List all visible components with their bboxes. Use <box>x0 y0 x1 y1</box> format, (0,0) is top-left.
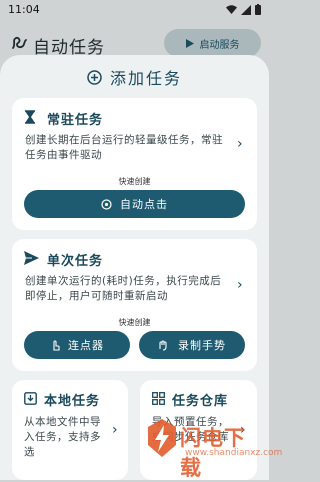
status-time: 11:04 <box>8 3 40 16</box>
hourglass-icon <box>25 110 35 124</box>
quick-create-label: 快速创建 <box>118 318 151 327</box>
single-task-description: 创建单次运行的(耗时)任务，执行完成后即停止，用户可随时重新启动 <box>25 275 222 302</box>
start-service-label: 启动服务 <box>199 39 240 51</box>
task-repository-card[interactable]: 任务仓库 导入预置任务，或同步任务仓库 › <box>140 380 257 480</box>
app-logo-icon <box>12 36 27 49</box>
sheet-title: 添加任务 <box>109 69 182 88</box>
battery-icon <box>255 4 261 15</box>
local-task-title: 本地任务 <box>44 394 101 409</box>
apps-grid-icon <box>152 392 165 405</box>
local-task-description: 从本地文件中导入任务，支持多选 <box>24 416 101 458</box>
sheet-header: 添加任务 <box>0 65 269 89</box>
resident-task-title: 常驻任务 <box>47 113 104 128</box>
send-icon <box>24 251 39 265</box>
chevron-right-icon: › <box>237 277 243 293</box>
status-icons <box>226 4 261 15</box>
chevron-right-icon: › <box>237 136 243 152</box>
import-icon <box>24 392 37 405</box>
play-icon <box>185 38 194 48</box>
task-repository-title: 任务仓库 <box>172 394 229 409</box>
add-circle-icon <box>87 69 102 85</box>
chevron-right-icon: › <box>112 422 118 438</box>
wifi-icon <box>226 4 237 14</box>
status-bar: 11:04 <box>0 0 269 22</box>
task-repository-description: 导入预置任务，或同步任务仓库 <box>152 416 229 443</box>
auto-click-label: 自动点击 <box>120 198 168 211</box>
record-gesture-label: 录制手势 <box>178 339 226 352</box>
gesture-icon <box>159 340 167 351</box>
add-task-sheet: 添加任务 常驻任务 创建长期在后台运行的轻量级任务，常驻任务由事件驱动 › 快速… <box>0 55 269 480</box>
chevron-right-icon: › <box>240 422 246 438</box>
start-service-button[interactable]: 启动服务 <box>164 29 261 57</box>
signal-icon <box>241 4 251 15</box>
single-task-title: 单次任务 <box>47 254 104 269</box>
single-task-card[interactable]: 单次任务 创建单次运行的(耗时)任务，执行完成后即停止，用户可随时重新启动 › … <box>12 239 257 371</box>
quick-create-label: 快速创建 <box>118 177 151 186</box>
record-gesture-button[interactable]: 录制手势 <box>139 331 245 359</box>
auto-click-button[interactable]: 自动点击 <box>24 190 245 218</box>
finger-tap-icon <box>53 340 60 351</box>
tap-icon <box>101 198 112 210</box>
resident-task-description: 创建长期在后台运行的轻量级任务，常驻任务由事件驱动 <box>25 134 223 161</box>
clicker-label: 连点器 <box>68 339 104 352</box>
resident-task-card[interactable]: 常驻任务 创建长期在后台运行的轻量级任务，常驻任务由事件驱动 › 快速创建 自动… <box>12 98 257 230</box>
local-task-card[interactable]: 本地任务 从本地文件中导入任务，支持多选 › <box>12 380 128 480</box>
clicker-button[interactable]: 连点器 <box>24 331 130 359</box>
